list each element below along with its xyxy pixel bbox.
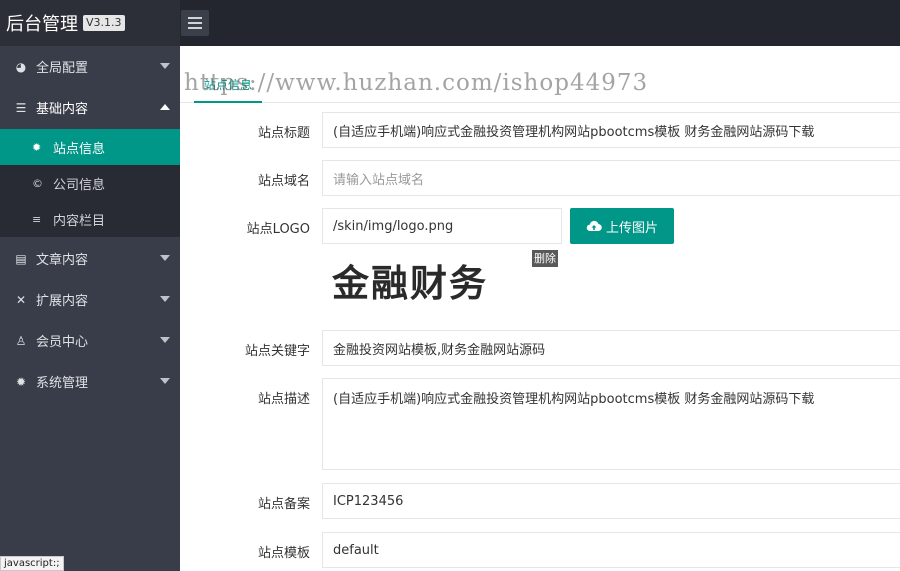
site-logo-input[interactable]: /skin/img/logo.png [322, 208, 562, 244]
cloud-upload-icon [586, 220, 602, 232]
sidebar-item-system[interactable]: ✹ 系统管理 [0, 361, 180, 402]
sidebar-item-members[interactable]: ♙ 会员中心 [0, 320, 180, 361]
description-label: 站点描述 [257, 392, 310, 407]
sidebar-subitem-company-info[interactable]: © 公司信息 [0, 165, 180, 201]
version-badge: V3.1.3 [83, 15, 125, 31]
sidebar-subitem-site-info[interactable]: ✹ 站点信息 [0, 129, 180, 165]
tab-bar: 站点信息 [180, 46, 900, 103]
chevron-down-icon [160, 337, 170, 343]
hamburger-icon [188, 17, 202, 19]
document-icon: ▤ [15, 251, 27, 266]
sidebar-subitem-content-columns[interactable]: ≡ 内容栏目 [0, 201, 180, 237]
sidebar-item-label: 扩展内容 [36, 294, 89, 309]
gear-icon: ✹ [32, 140, 42, 154]
chevron-up-icon [160, 104, 170, 110]
domain-label: 站点域名 [257, 174, 310, 189]
site-description-textarea[interactable]: (自适应手机端)响应式金融投资管理机构网站pbootcms模板 财务金融网站源码… [322, 378, 900, 470]
site-icp-input[interactable]: ICP123456 [322, 483, 900, 519]
app-title: 后台管理 [6, 14, 78, 35]
sidebar-item-extensions[interactable]: ✕ 扩展内容 [0, 279, 180, 320]
app-logo[interactable]: 后台管理 V3.1.3 [0, 0, 180, 46]
gear-icon: ✹ [15, 374, 27, 389]
tab-site-info[interactable]: 站点信息 [194, 76, 263, 103]
chevron-down-icon [160, 63, 170, 69]
sidebar-subitem-label: 内容栏目 [53, 213, 106, 229]
site-domain-input[interactable]: 请输入站点域名 [322, 160, 900, 196]
sliders-icon: ☰ [15, 100, 27, 115]
sidebar-item-label: 会员中心 [36, 335, 89, 350]
dashboard-icon: ◕ [15, 59, 27, 74]
sidebar-item-articles[interactable]: ▤ 文章内容 [0, 238, 180, 279]
sidebar-item-global-config[interactable]: ◕ 全局配置 [0, 46, 180, 87]
sidebar-item-basic-content[interactable]: ☰ 基础内容 [0, 87, 180, 128]
sidebar-item-label: 文章内容 [36, 253, 89, 268]
delete-logo-button[interactable]: 删除 [532, 250, 558, 267]
list-icon: ≡ [32, 212, 42, 226]
template-label: 站点模板 [257, 546, 310, 561]
chevron-down-icon [160, 296, 170, 302]
chevron-down-icon [160, 255, 170, 261]
logo-label: 站点LOGO [246, 222, 310, 237]
status-bar-url: javascript:; [0, 556, 64, 571]
upload-image-button[interactable]: 上传图片 [570, 208, 674, 244]
site-title-input[interactable]: (自适应手机端)响应式金融投资管理机构网站pbootcms模板 财务金融网站源码… [322, 112, 900, 148]
sidebar-item-label: 基础内容 [36, 102, 89, 117]
sidebar-subitem-label: 公司信息 [53, 177, 106, 193]
keywords-label: 站点关键字 [244, 344, 310, 359]
copyright-icon: © [32, 176, 43, 190]
logo-preview-image: 金融财务 [332, 256, 488, 305]
top-header: 后台管理 V3.1.3 [0, 0, 900, 46]
user-icon: ♙ [15, 333, 27, 348]
site-keywords-input[interactable]: 金融投资网站模板,财务金融网站源码 [322, 330, 900, 366]
sidebar: ◕ 全局配置 ☰ 基础内容 ✹ 站点信息 © 公司信息 ≡ 内容栏目 ▤ 文章内… [0, 46, 180, 571]
main-content: 站点信息 站点标题 (自适应手机端)响应式金融投资管理机构网站pbootcms模… [180, 46, 900, 571]
logo-preview-text: 金融财务 [332, 262, 488, 305]
icp-label: 站点备案 [257, 497, 310, 512]
menu-toggle-button[interactable] [181, 10, 209, 36]
sidebar-item-label: 系统管理 [36, 376, 89, 391]
sidebar-item-label: 全局配置 [36, 61, 89, 76]
site-template-input[interactable]: default [322, 532, 900, 568]
title-label: 站点标题 [257, 126, 310, 141]
sidebar-subitem-label: 站点信息 [53, 141, 106, 157]
upload-label: 上传图片 [605, 220, 658, 236]
expand-icon: ✕ [15, 292, 27, 307]
chevron-down-icon [160, 378, 170, 384]
